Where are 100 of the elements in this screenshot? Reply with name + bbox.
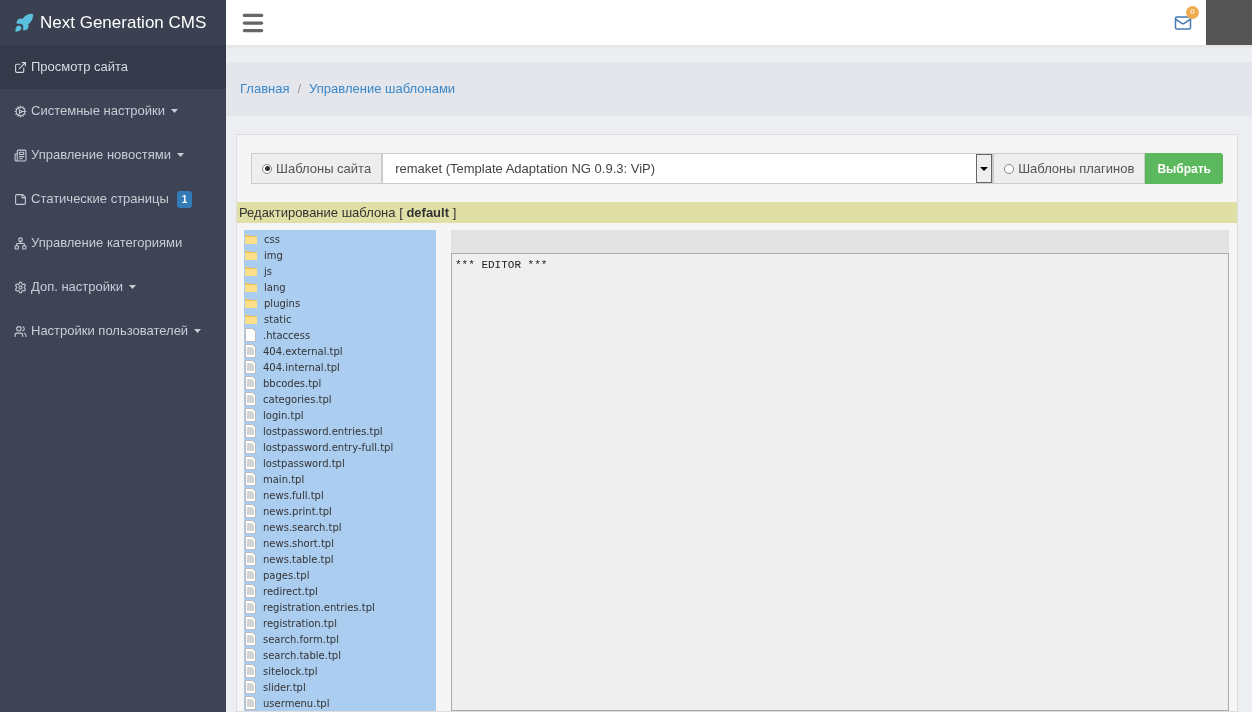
file-name: .htaccess: [263, 328, 311, 343]
file-name: lostpassword.tpl: [263, 456, 345, 471]
mail-icon[interactable]: [1174, 13, 1192, 32]
file-tree-item[interactable]: lostpassword.tpl: [244, 455, 436, 471]
file-name: search.form.tpl: [263, 632, 339, 647]
gear-icon: [14, 280, 27, 294]
file-name: login.tpl: [263, 408, 304, 423]
file-name: bbcodes.tpl: [263, 376, 322, 391]
text-file-icon: [245, 616, 256, 630]
folder-icon: [245, 250, 257, 260]
text-file-icon: [245, 456, 256, 470]
file-name: news.table.tpl: [263, 552, 334, 567]
file-tree-item[interactable]: lostpassword.entries.tpl: [244, 423, 436, 439]
file-name: usermenu.tpl: [263, 696, 330, 711]
file-tree-item[interactable]: bbcodes.tpl: [244, 375, 436, 391]
template-select[interactable]: remaket (Template Adaptation NG 0.9.3: ViP): [382, 153, 994, 184]
file-tree-item[interactable]: plugins: [244, 295, 436, 311]
file-tree-item[interactable]: categories.tpl: [244, 391, 436, 407]
file-tree-item[interactable]: search.table.tpl: [244, 647, 436, 663]
sidebar-item-label: Управление категориями: [31, 234, 183, 253]
file-name: static: [264, 312, 292, 327]
file-icon: [245, 328, 256, 342]
file-tree-item[interactable]: usermenu.tpl: [244, 695, 436, 711]
file-tree-item[interactable]: news.print.tpl: [244, 503, 436, 519]
file-name: lang: [264, 280, 286, 295]
file-tree-item[interactable]: search.form.tpl: [244, 631, 436, 647]
file-tree-item[interactable]: lang: [244, 279, 436, 295]
sidebar-item[interactable]: Управление категориями: [0, 221, 226, 265]
file-name: news.full.tpl: [263, 488, 324, 503]
file-tree-item[interactable]: js: [244, 263, 436, 279]
sitemap-icon: [14, 236, 27, 250]
file-tree-item[interactable]: news.search.tpl: [244, 519, 436, 535]
sidebar-item[interactable]: Настройки пользователей: [0, 309, 226, 353]
file-tree-item[interactable]: news.short.tpl: [244, 535, 436, 551]
text-file-icon: [245, 472, 256, 486]
file-name: categories.tpl: [263, 392, 332, 407]
file-name: registration.entries.tpl: [263, 600, 375, 615]
text-file-icon: [245, 408, 256, 422]
folder-icon: [245, 314, 257, 324]
text-file-icon: [245, 360, 256, 374]
file-name: news.short.tpl: [263, 536, 334, 551]
sidebar-item[interactable]: Просмотр сайта: [0, 45, 226, 89]
sidebar-item[interactable]: Доп. настройки: [0, 265, 226, 309]
text-file-icon: [245, 392, 256, 406]
text-file-icon: [245, 488, 256, 502]
editing-title: Редактирование шаблона [ default ]: [237, 202, 1237, 223]
file-tree-item[interactable]: login.tpl: [244, 407, 436, 423]
file-name: css: [264, 232, 280, 247]
file-tree-item[interactable]: sitelock.tpl: [244, 663, 436, 679]
file-tree-item[interactable]: 404.external.tpl: [244, 343, 436, 359]
file-tree-item[interactable]: slider.tpl: [244, 679, 436, 695]
file-tree-item[interactable]: pages.tpl: [244, 567, 436, 583]
sidebar-item-label: Системные настройки: [31, 102, 166, 121]
external-link-icon: [14, 60, 27, 74]
code-editor[interactable]: *** EDITOR ***: [451, 253, 1229, 711]
file-name: img: [264, 248, 283, 263]
text-file-icon: [245, 376, 256, 390]
text-file-icon: [245, 344, 256, 358]
sidebar-item[interactable]: Управление новостями: [0, 133, 226, 177]
sidebar-item[interactable]: Статические страницы 1: [0, 177, 226, 221]
file-tree-item[interactable]: news.full.tpl: [244, 487, 436, 503]
text-file-icon: [245, 568, 256, 582]
text-file-icon: [245, 440, 256, 454]
file-name: slider.tpl: [263, 680, 306, 695]
file-tree-item[interactable]: registration.tpl: [244, 615, 436, 631]
file-name: pages.tpl: [263, 568, 310, 583]
file-name: news.print.tpl: [263, 504, 332, 519]
file-name: 404.external.tpl: [263, 344, 343, 359]
file-name: redirect.tpl: [263, 584, 318, 599]
radio-button[interactable]: [1004, 163, 1015, 174]
file-tree-item[interactable]: main.tpl: [244, 471, 436, 487]
users-icon: [14, 324, 27, 338]
text-file-icon: [245, 584, 256, 598]
radio-option[interactable]: Шаблоны плагинов: [993, 153, 1146, 184]
folder-icon: [245, 266, 257, 276]
file-tree-item[interactable]: redirect.tpl: [244, 583, 436, 599]
file-tree-item[interactable]: registration.entries.tpl: [244, 599, 436, 615]
file-tree-item[interactable]: 404.internal.tpl: [244, 359, 436, 375]
file-name: main.tpl: [263, 472, 305, 487]
folder-icon: [245, 282, 257, 292]
breadcrumb-separator: /: [296, 80, 303, 99]
rocket-icon: [14, 12, 34, 33]
text-file-icon: [245, 504, 256, 518]
file-tree-item[interactable]: img: [244, 247, 436, 263]
file-name: sitelock.tpl: [263, 664, 318, 679]
radio-option[interactable]: Шаблоны сайта: [251, 153, 383, 184]
file-name: news.search.tpl: [263, 520, 342, 535]
file-name: lostpassword.entry-full.tpl: [263, 440, 394, 455]
folder-icon: [245, 234, 257, 244]
text-file-icon: [245, 536, 256, 550]
file-tree-item[interactable]: lostpassword.entry-full.tpl: [244, 439, 436, 455]
file-name: 404.internal.tpl: [263, 360, 340, 375]
radio-button[interactable]: [262, 163, 272, 174]
file-tree-item[interactable]: .htaccess: [244, 327, 436, 343]
text-file-icon: [245, 632, 256, 646]
sidebar-item[interactable]: Системные настройки: [0, 89, 226, 133]
file-tree-item[interactable]: css: [244, 231, 436, 247]
file-tree-item[interactable]: static: [244, 311, 436, 327]
newspaper-icon: [14, 148, 27, 162]
file-tree-item[interactable]: news.table.tpl: [244, 551, 436, 567]
